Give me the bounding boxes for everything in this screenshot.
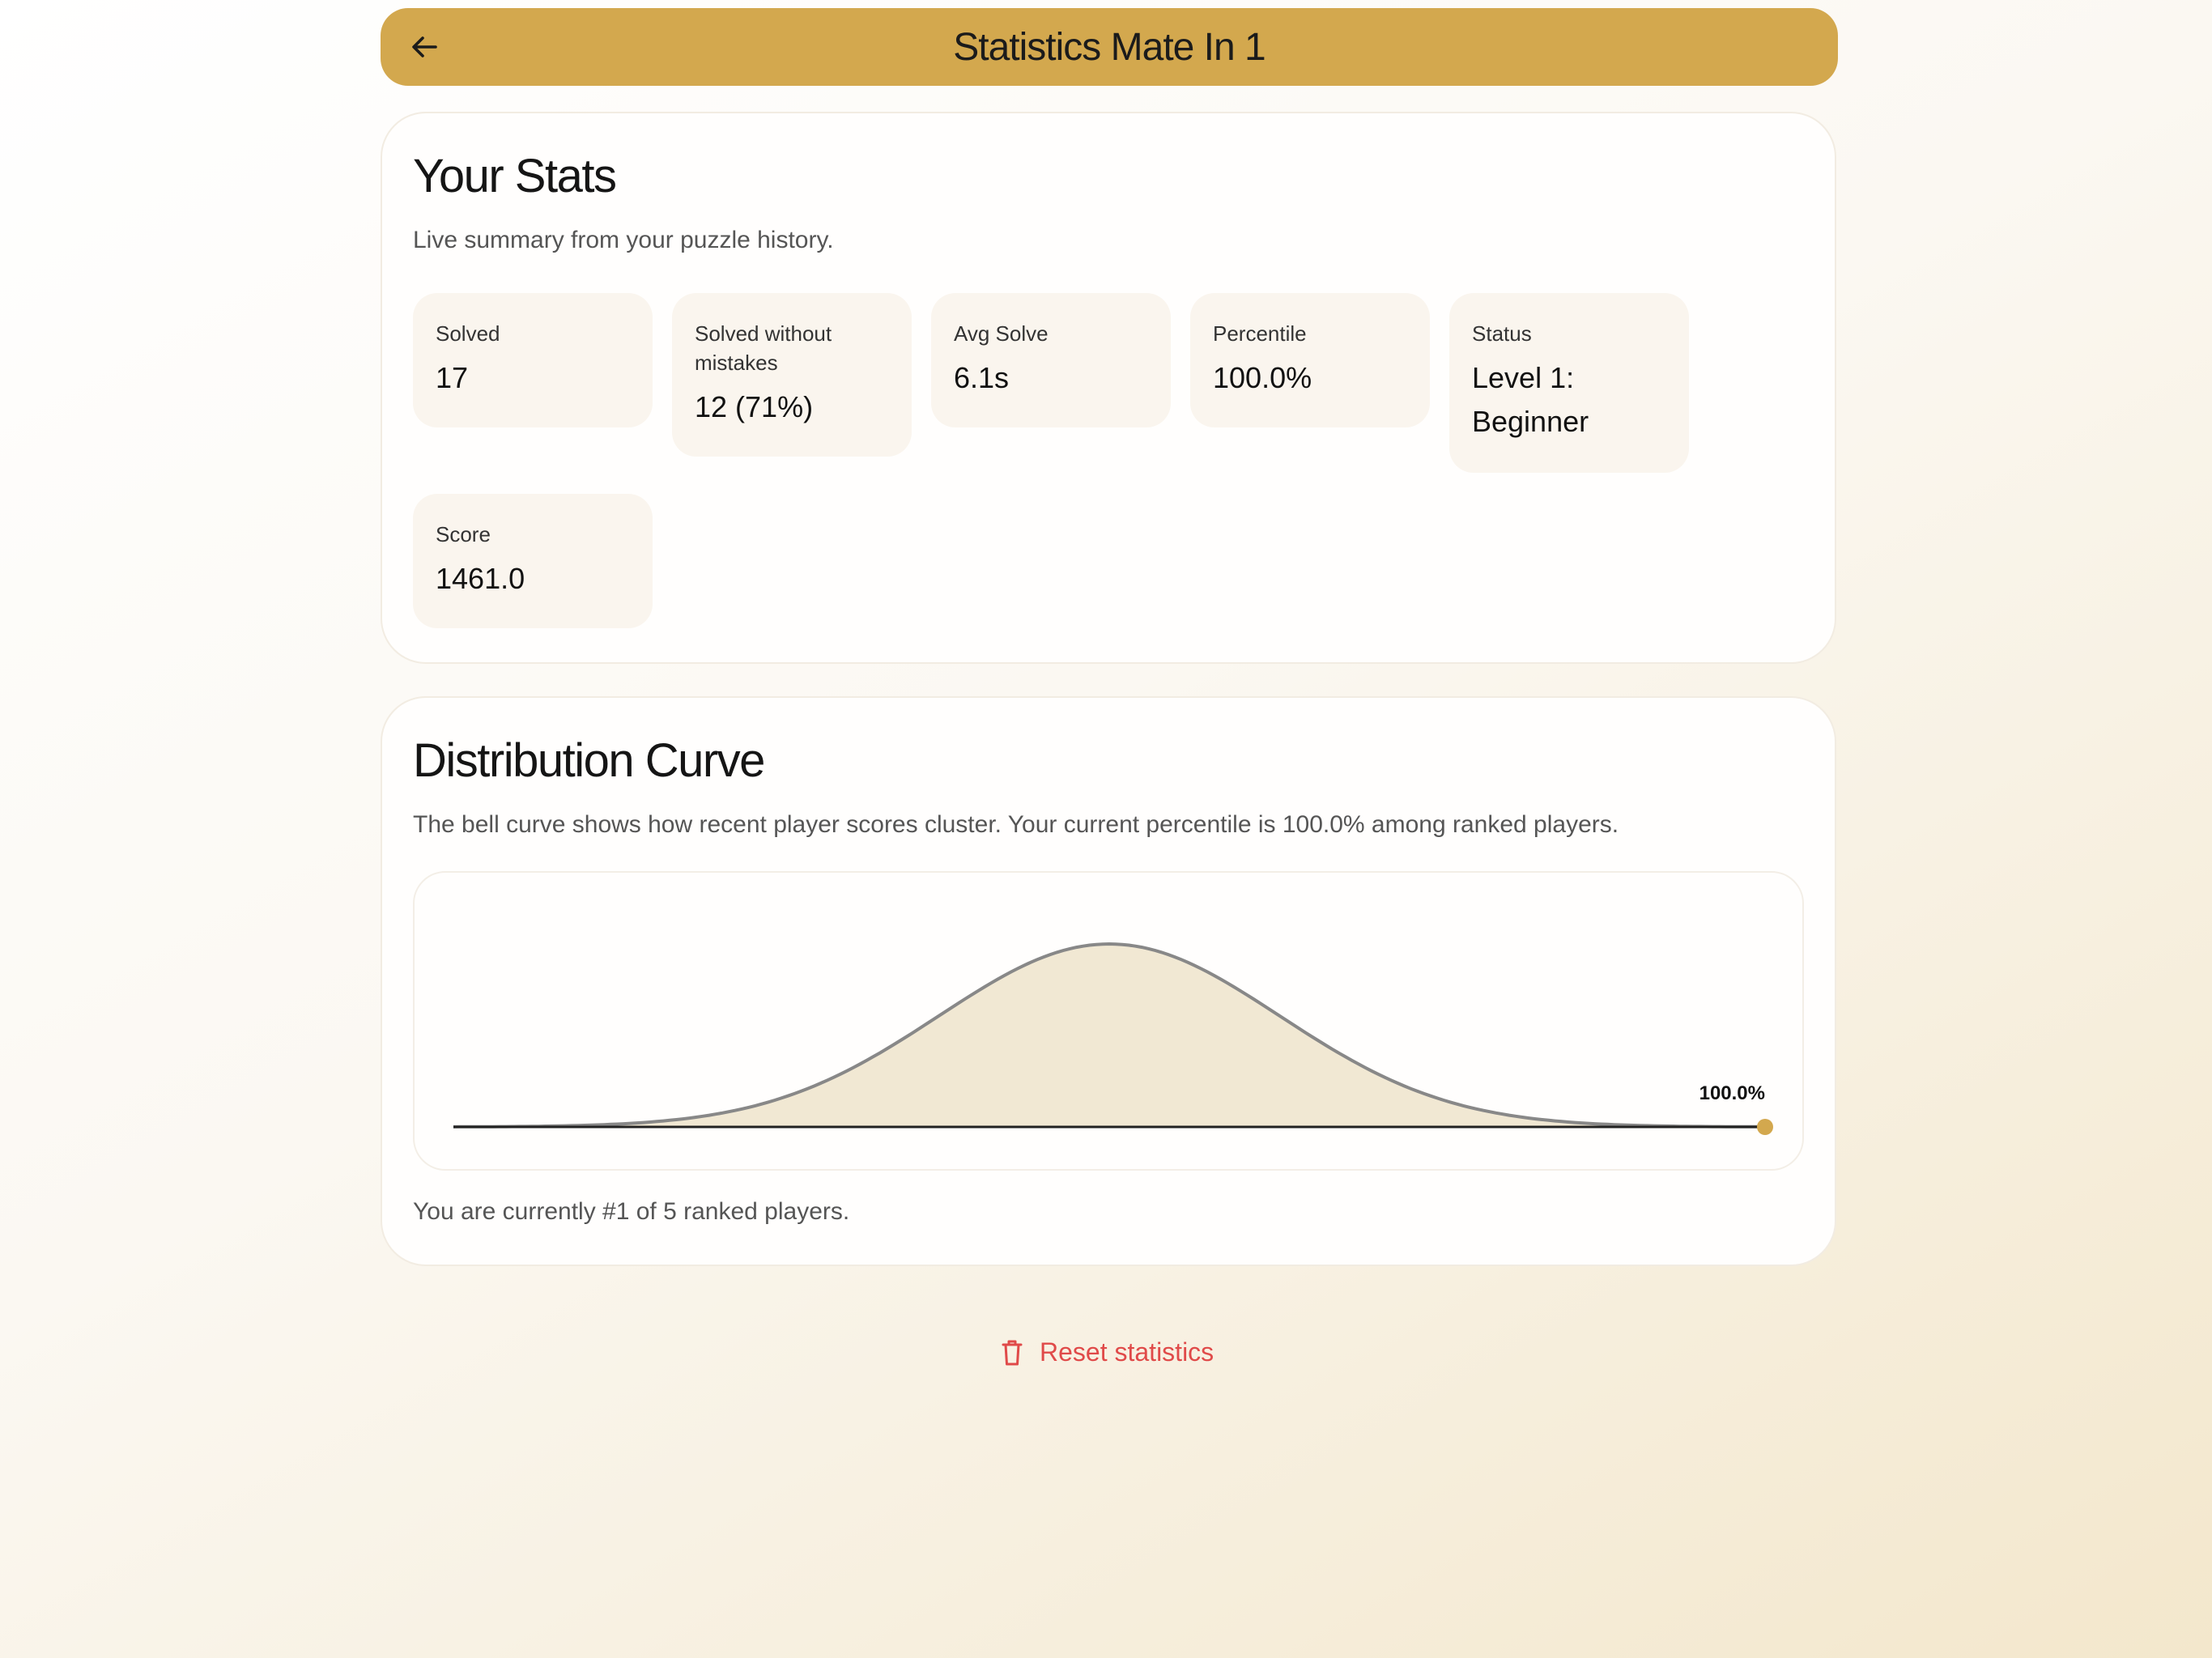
percentile-marker-label: 100.0% <box>1699 1082 1765 1104</box>
distribution-card-subtitle: The bell curve shows how recent player s… <box>413 811 1619 838</box>
curve-area <box>453 944 1765 1127</box>
stat-label: Status <box>1472 321 1532 346</box>
stat-value: Level 1: Beginner <box>1472 361 1589 438</box>
stat-value: 17 <box>436 361 469 394</box>
stat-label: Avg Solve <box>954 321 1049 346</box>
percentile-marker <box>1757 1119 1773 1135</box>
stat-tile-percentile: Percentile 100.0% <box>1190 293 1430 427</box>
page-title: Statistics Mate In 1 <box>953 25 1266 69</box>
stat-label: Solved <box>436 321 500 346</box>
distribution-card-title: Distribution Curve <box>413 734 765 787</box>
rank-text: You are currently #1 of 5 ranked players… <box>413 1198 850 1225</box>
stat-label: Score <box>436 522 491 546</box>
trash-icon <box>1002 1340 1023 1365</box>
distribution-chart: 100.0% <box>413 871 1804 1171</box>
stat-value: 1461.0 <box>436 562 525 595</box>
stat-tile-solved-without-mistakes: Solved without mistakes 12 (71%) <box>672 293 912 457</box>
arrow-left-icon <box>412 36 437 57</box>
stats-card-subtitle: Live summary from your puzzle history. <box>413 227 834 253</box>
stat-value: 12 (71%) <box>695 390 814 423</box>
stat-tile-status: Status Level 1: Beginner <box>1449 293 1689 473</box>
reset-statistics-button[interactable]: Reset statistics <box>1001 1337 1214 1367</box>
stat-tile-solved: Solved 17 <box>413 293 653 427</box>
stat-label: Percentile <box>1213 321 1307 346</box>
bell-curve-chart: 100.0% <box>453 942 1773 1135</box>
stat-value: 100.0% <box>1213 361 1312 394</box>
distribution-card: Distribution Curve The bell curve shows … <box>381 696 1836 1266</box>
stats-card-title: Your Stats <box>413 150 617 202</box>
back-button[interactable] <box>397 19 452 74</box>
stat-label: Solved without mistakes <box>695 321 832 375</box>
app-bar: Statistics Mate In 1 <box>381 8 1838 86</box>
reset-statistics-label: Reset statistics <box>1040 1337 1214 1367</box>
stat-tile-avg-solve: Avg Solve 6.1s <box>931 293 1171 427</box>
stats-card: Your Stats Live summary from your puzzle… <box>381 112 1836 664</box>
stat-value: 6.1s <box>954 361 1010 394</box>
stat-tile-score: Score 1461.0 <box>413 494 653 628</box>
